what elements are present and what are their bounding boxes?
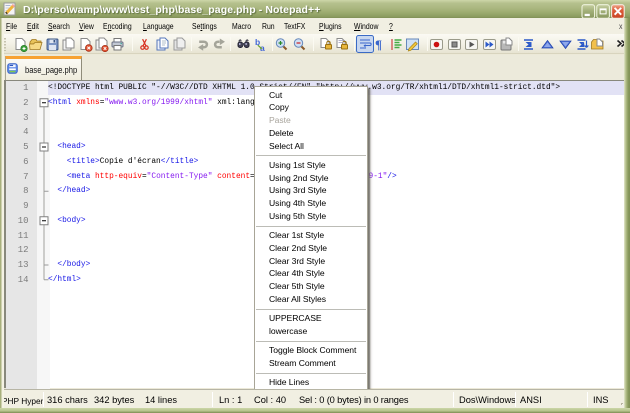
svg-text:¶: ¶ xyxy=(375,37,382,52)
